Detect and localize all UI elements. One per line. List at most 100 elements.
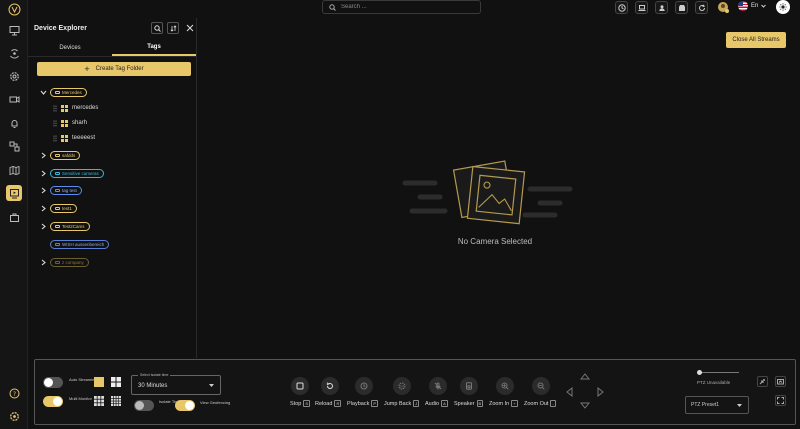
- close-all-streams-button[interactable]: Close All Streams: [726, 32, 786, 48]
- refresh-icon[interactable]: [695, 1, 708, 14]
- ptz-preset-value: PTZ Preset1: [691, 402, 720, 408]
- stop-button[interactable]: [291, 377, 309, 395]
- tag-icon: [55, 243, 60, 246]
- tag-pill: tag test: [50, 186, 82, 195]
- audio-shortcut: A: [441, 400, 448, 407]
- gear-icon[interactable]: [6, 408, 22, 424]
- ptz-down-arrow-icon[interactable]: [580, 402, 590, 409]
- broadcast-icon[interactable]: [6, 45, 22, 61]
- create-tag-folder-label: Create Tag Folder: [95, 66, 144, 72]
- clock-icon[interactable]: [615, 1, 628, 14]
- store-icon[interactable]: [675, 1, 688, 14]
- device-item-mercedes[interactable]: mercedes: [53, 103, 98, 113]
- tag-row-test2cams[interactable]: Test2Cams: [40, 221, 90, 232]
- tag-row-z-company[interactable]: z company: [40, 257, 89, 268]
- tab-devices[interactable]: Devices: [28, 40, 112, 56]
- history-icon: [360, 382, 368, 390]
- user-icon[interactable]: [655, 1, 668, 14]
- tab-tags[interactable]: Tags: [112, 40, 196, 56]
- chevron-right-icon[interactable]: [40, 152, 47, 159]
- search-box[interactable]: [322, 0, 481, 14]
- layout-4x4-button[interactable]: [111, 396, 121, 406]
- device-item-sharh[interactable]: sharh: [53, 118, 87, 128]
- playback-button[interactable]: [355, 377, 373, 395]
- create-tag-folder-button[interactable]: + Create Tag Folder: [37, 62, 191, 76]
- drag-handle-icon[interactable]: [53, 134, 57, 142]
- view-geofencing-toggle[interactable]: [175, 400, 195, 411]
- live-view-icon[interactable]: [6, 185, 22, 201]
- tag-pill: Sensitive cameras: [50, 169, 104, 178]
- device-label: mercedes: [72, 105, 99, 111]
- tag-row-test1[interactable]: test1: [40, 203, 77, 214]
- auto-streaming-toggle[interactable]: [43, 377, 63, 388]
- chevron-right-icon[interactable]: [40, 223, 47, 230]
- device-item-teeeeest[interactable]: teeeeest: [53, 133, 95, 143]
- isolate-time-select[interactable]: Select isolate time 30 Minutes: [131, 373, 221, 395]
- bell-icon[interactable]: [6, 115, 22, 131]
- audio-label: Audio A: [425, 400, 448, 407]
- svg-text:10: 10: [400, 385, 404, 389]
- ptz-move-icon[interactable]: [757, 376, 768, 387]
- search-input[interactable]: [341, 4, 461, 10]
- reload-button[interactable]: [321, 377, 339, 395]
- audio-button[interactable]: [429, 377, 447, 395]
- ptz-speed-slider[interactable]: [699, 372, 739, 373]
- tag-icon: [55, 261, 60, 264]
- language-switcher[interactable]: En: [738, 1, 767, 11]
- jump-back-button[interactable]: 10: [393, 377, 411, 395]
- explorer-divider[interactable]: [196, 18, 197, 358]
- tag-icon: [55, 189, 60, 192]
- tag-row-tag-test[interactable]: tag test: [40, 185, 82, 196]
- tag-row-mercedes[interactable]: Mercedes: [40, 87, 87, 98]
- zoom-out-button[interactable]: [532, 377, 550, 395]
- multi-monitor-toggle[interactable]: [43, 396, 63, 407]
- theme-toggle-button[interactable]: [776, 0, 790, 14]
- tag-icon: [55, 207, 60, 210]
- chevron-down-icon[interactable]: [40, 89, 47, 96]
- monitor-icon[interactable]: [6, 22, 22, 38]
- ptz-preset-select[interactable]: PTZ Preset1: [685, 396, 749, 414]
- isolate-time-caption: Select isolate time: [138, 373, 171, 377]
- help-icon[interactable]: ?: [6, 385, 22, 401]
- ptz-up-arrow-icon[interactable]: [580, 373, 590, 380]
- reload-label: Reload R: [315, 400, 342, 407]
- settings-icon[interactable]: [6, 68, 22, 84]
- reload-shortcut: R: [334, 400, 342, 407]
- explorer-tabs: Devices Tags: [28, 40, 196, 57]
- chevron-right-icon[interactable]: [40, 170, 47, 177]
- layout-1x1-button[interactable]: [94, 377, 104, 387]
- tag-label: Sensitive cameras: [62, 171, 99, 176]
- chevron-right-icon[interactable]: [40, 259, 47, 266]
- isolate-time-toggle[interactable]: [134, 400, 154, 411]
- close-icon[interactable]: [185, 23, 195, 33]
- avatar[interactable]: [717, 1, 730, 14]
- tag-row-sensitive-cameras[interactable]: Sensitive cameras: [40, 168, 104, 179]
- layout-2x2-button[interactable]: [111, 377, 121, 387]
- audio-text: Audio: [425, 400, 440, 407]
- snapshot-icon[interactable]: [775, 376, 786, 387]
- speaker-button[interactable]: [460, 377, 478, 395]
- explorer-search-button[interactable]: [151, 22, 163, 34]
- drag-handle-icon[interactable]: [53, 104, 57, 112]
- chevron-right-icon[interactable]: [40, 187, 47, 194]
- camera-icon[interactable]: [6, 91, 22, 107]
- tag-row-safdds[interactable]: safdds: [40, 150, 81, 161]
- drag-handle-icon[interactable]: [53, 119, 57, 127]
- fullscreen-icon[interactable]: [775, 395, 786, 406]
- tag-row-wish-aussenbereich[interactable]: WISH aussenbereich: [50, 239, 110, 250]
- multi-monitor-label: Multi Monitor: [69, 396, 92, 401]
- ptz-left-arrow-icon[interactable]: [566, 387, 573, 397]
- ptz-right-arrow-icon[interactable]: [597, 387, 604, 397]
- laptop-icon[interactable]: [635, 1, 648, 14]
- chevron-right-icon[interactable]: [40, 205, 47, 212]
- ptz-slider-handle[interactable]: [697, 370, 702, 375]
- zoom-in-text: Zoom In: [489, 400, 510, 407]
- tag-pill: Test2Cams: [50, 222, 90, 231]
- zoom-in-button[interactable]: [496, 377, 514, 395]
- bag-icon[interactable]: [6, 209, 22, 225]
- layout-3x3-button[interactable]: [94, 396, 104, 406]
- sort-button[interactable]: [167, 22, 179, 34]
- share-icon[interactable]: [6, 138, 22, 154]
- zoom-in-icon: [501, 382, 509, 390]
- map-icon[interactable]: [6, 162, 22, 178]
